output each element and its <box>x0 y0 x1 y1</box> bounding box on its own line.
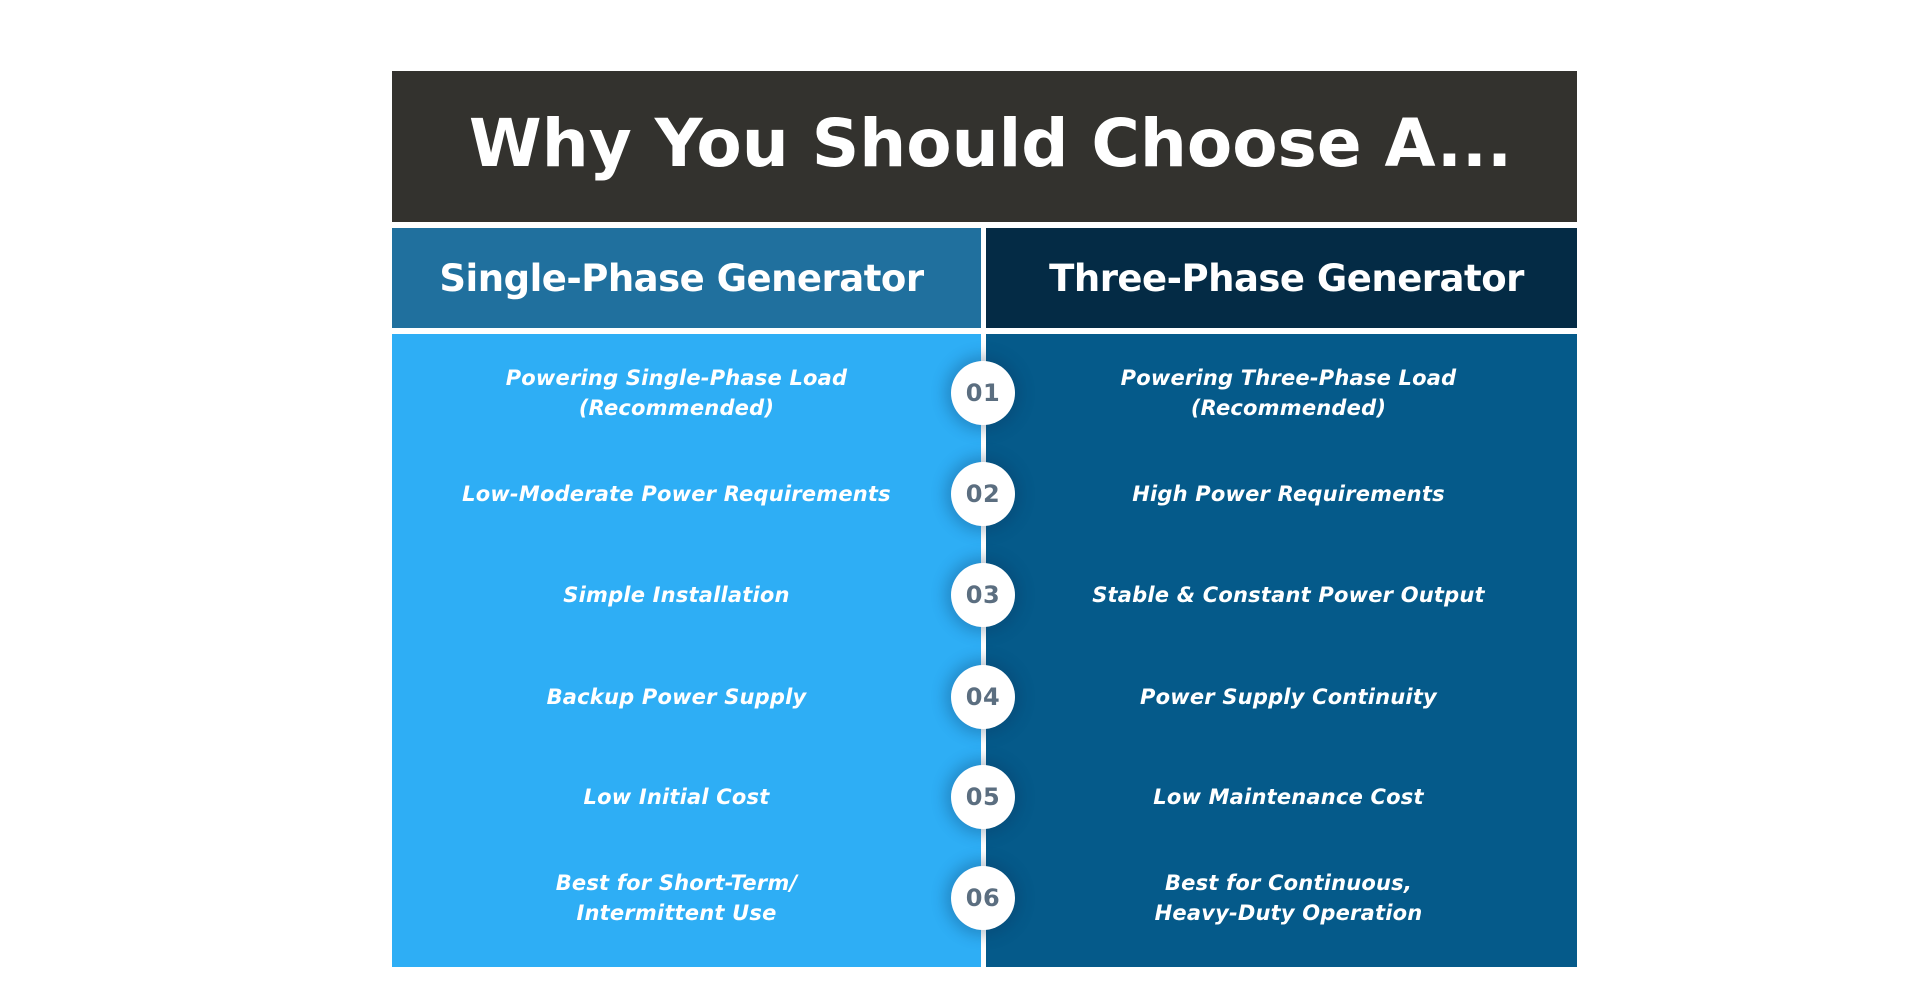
column-header-single-phase: Single-Phase Generator <box>392 228 981 328</box>
single-phase-reason: Low-Moderate Power Requirements <box>462 481 891 506</box>
badge-number: 03 <box>965 581 1001 609</box>
three-phase-reason: Powering Three-Phase Load (Recommended) <box>1120 365 1457 420</box>
single-phase-reason: Backup Power Supply <box>546 684 807 709</box>
number-badge: 03 <box>951 563 1015 627</box>
number-badge: 06 <box>951 866 1015 930</box>
three-phase-column: Powering Three-Phase Load (Recommended) … <box>986 334 1577 967</box>
number-badge: 04 <box>951 665 1015 729</box>
number-badge: 05 <box>951 765 1015 829</box>
badge-number: 04 <box>965 683 1001 711</box>
single-phase-column: Powering Single-Phase Load (Recommended)… <box>392 334 981 967</box>
single-phase-reason: Powering Single-Phase Load (Recommended) <box>505 365 848 420</box>
column-heading-three-phase: Three-Phase Generator <box>1049 256 1524 300</box>
list-item: Best for Continuous, Heavy-Duty Operatio… <box>986 847 1577 948</box>
list-item: Powering Three-Phase Load (Recommended) <box>986 342 1577 443</box>
three-phase-reason: Low Maintenance Cost <box>1153 784 1424 809</box>
single-phase-reason: Best for Short-Term/ Intermittent Use <box>555 870 798 925</box>
three-phase-reason: Stable & Constant Power Output <box>1092 582 1485 607</box>
list-item: Powering Single-Phase Load (Recommended) <box>392 342 981 443</box>
title-banner: Why You Should Choose A... <box>392 71 1577 222</box>
badge-number: 05 <box>965 783 1001 811</box>
number-badge: 01 <box>951 361 1015 425</box>
list-item: Simple Installation <box>392 544 981 645</box>
single-phase-reason: Simple Installation <box>563 582 790 607</box>
badge-number: 01 <box>965 379 1001 407</box>
number-badge: 02 <box>951 462 1015 526</box>
list-item: Low Maintenance Cost <box>986 746 1577 847</box>
comparison-infographic: Why You Should Choose A... Single-Phase … <box>392 71 1577 967</box>
list-item: Best for Short-Term/ Intermittent Use <box>392 847 981 948</box>
column-header-three-phase: Three-Phase Generator <box>986 228 1577 328</box>
three-phase-reason: High Power Requirements <box>1132 481 1445 506</box>
page-title: Why You Should Choose A... <box>468 105 1513 182</box>
column-heading-single-phase: Single-Phase Generator <box>439 256 924 300</box>
badge-number: 02 <box>965 480 1001 508</box>
list-item: Low Initial Cost <box>392 746 981 847</box>
list-item: Backup Power Supply <box>392 646 981 747</box>
list-item: Stable & Constant Power Output <box>986 544 1577 645</box>
list-item: Low-Moderate Power Requirements <box>392 443 981 544</box>
single-phase-reason: Low Initial Cost <box>583 784 770 809</box>
list-item: Power Supply Continuity <box>986 646 1577 747</box>
badge-number: 06 <box>965 884 1001 912</box>
three-phase-reason: Power Supply Continuity <box>1140 684 1437 709</box>
three-phase-reason: Best for Continuous, Heavy-Duty Operatio… <box>1154 870 1423 925</box>
list-item: High Power Requirements <box>986 443 1577 544</box>
